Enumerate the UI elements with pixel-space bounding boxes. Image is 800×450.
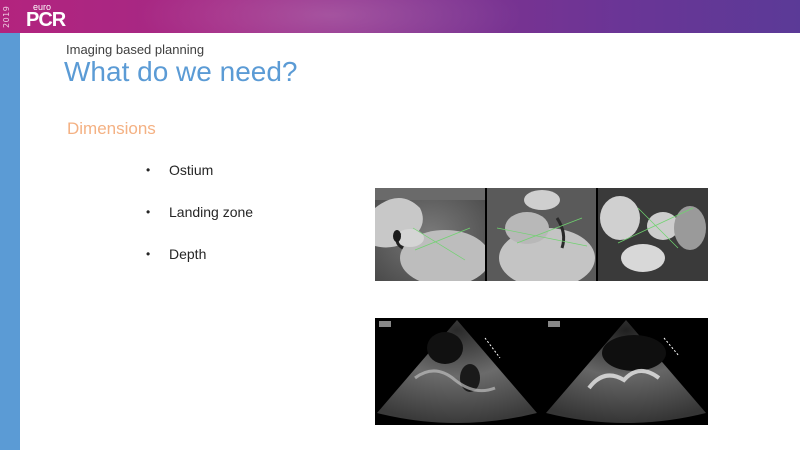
bullet-dot-icon: •	[146, 205, 151, 219]
bullet-item-landing-zone: • Landing zone	[146, 202, 253, 244]
bullet-item-depth: • Depth	[146, 244, 253, 286]
ct-depth-image	[598, 188, 709, 281]
sidebar-accent-bar	[0, 33, 20, 450]
echo-image-strip	[375, 318, 708, 425]
echo-right-image	[543, 318, 708, 425]
slide-subtitle: Imaging based planning	[66, 42, 205, 57]
ct-landing-zone-image	[486, 188, 597, 281]
echo-left-image	[375, 318, 540, 425]
section-heading: Dimensions	[67, 119, 156, 138]
bullet-text: Ostium	[169, 162, 214, 178]
bullet-text: Depth	[169, 246, 207, 262]
bullet-text: Landing zone	[169, 204, 254, 220]
header-banner: 2019 euro PCR	[0, 0, 800, 33]
slide-title: What do we need?	[64, 56, 298, 87]
bullet-list: • Ostium • Landing zone • Depth	[146, 160, 253, 286]
bullet-dot-icon: •	[146, 247, 151, 261]
logo-pcr-text: PCR	[26, 9, 66, 31]
ct-ostium-image	[375, 188, 485, 281]
bullet-item-ostium: • Ostium	[146, 160, 253, 202]
bullet-dot-icon: •	[146, 163, 151, 177]
banner-sheen	[120, 0, 540, 33]
year-label: 2019	[2, 5, 11, 29]
ct-image-strip	[375, 188, 709, 281]
